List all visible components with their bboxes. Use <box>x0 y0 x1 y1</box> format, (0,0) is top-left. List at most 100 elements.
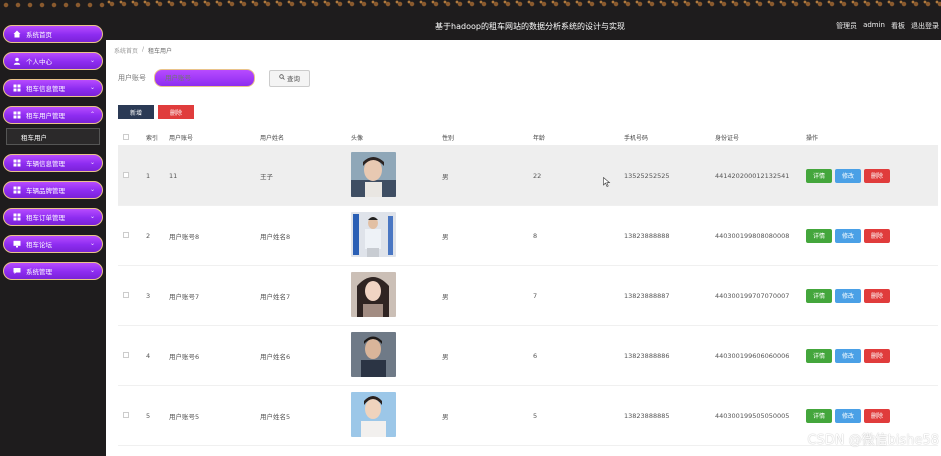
search-icon <box>279 74 285 82</box>
mouse-cursor-icon <box>603 177 611 187</box>
delete-button[interactable]: 删除 <box>864 348 890 363</box>
watermark: CSDN @微信bishe58 <box>807 433 939 448</box>
header-age: 年龄 <box>533 135 546 142</box>
select-all-checkbox[interactable] <box>123 133 129 140</box>
row-checkbox[interactable] <box>123 291 129 298</box>
header-account: 用户账号 <box>169 135 194 142</box>
cell-phone: 13823888885 <box>624 411 670 420</box>
page-title: 基于hadoop的租车网站的数据分析系统的设计与实现 <box>435 22 625 31</box>
header-avatar: 头像 <box>351 135 364 142</box>
row-checkbox[interactable] <box>123 411 129 418</box>
detail-button[interactable]: 详情 <box>806 228 832 243</box>
cell-phone: 13525252525 <box>624 171 670 180</box>
sidebar-item-personal-center[interactable]: 个人中心 ⌄ <box>3 52 103 70</box>
chevron-down-icon: ⌄ <box>89 84 95 91</box>
edit-button[interactable]: 修改 <box>835 288 861 303</box>
edit-button[interactable]: 修改 <box>835 408 861 423</box>
table-row[interactable]: 3 用户账号7 用户姓名7 男 7 13823888887 4403001997… <box>118 266 938 326</box>
cell-name: 用户姓名6 <box>260 352 291 361</box>
sidebar-item-label: 租车订单管理 <box>26 214 65 222</box>
cell-idcard: 440300199606060006 <box>715 351 790 360</box>
cell-index: 4 <box>146 351 151 360</box>
monitor-icon <box>12 240 21 248</box>
cell-gender: 男 <box>442 232 449 241</box>
sidebar-item-vehicle-info[interactable]: 车辆信息管理 ⌄ <box>3 154 103 172</box>
sidebar-item-label: 租车论坛 <box>26 241 52 249</box>
sidebar-subitem-rental-user[interactable]: 租车用户 <box>6 128 100 145</box>
cell-index: 5 <box>146 411 151 420</box>
homepage-link[interactable]: 看板 <box>891 21 905 31</box>
breadcrumb-home[interactable]: 系统首页 <box>114 46 138 55</box>
sidebar-item-label: 租车用户管理 <box>26 112 65 120</box>
grid-icon <box>12 186 21 194</box>
breadcrumb: 系统首页 / 租车用户 <box>114 46 172 55</box>
row-checkbox[interactable] <box>123 231 129 238</box>
chevron-down-icon: ⌄ <box>89 186 95 193</box>
cell-name: 用户姓名8 <box>260 232 291 241</box>
cell-idcard: 440300199808080008 <box>715 231 790 240</box>
cell-name: 用户姓名7 <box>260 292 291 301</box>
table-row[interactable]: 2 用户账号8 用户姓名8 男 8 13823888888 4403001998… <box>118 206 938 266</box>
table-row[interactable]: 4 用户账号6 用户姓名6 男 6 13823888886 4403001996… <box>118 326 938 386</box>
row-checkbox[interactable] <box>123 171 129 178</box>
detail-button[interactable]: 详情 <box>806 408 832 423</box>
cell-index: 2 <box>146 231 151 240</box>
grid-icon <box>12 111 21 119</box>
cell-phone: 13823888888 <box>624 231 670 240</box>
sidebar-item-label: 车辆品牌管理 <box>26 187 65 195</box>
edit-button[interactable]: 修改 <box>835 228 861 243</box>
row-checkbox[interactable] <box>123 351 129 358</box>
delete-button[interactable]: 删除 <box>864 288 890 303</box>
header-phone: 手机号码 <box>624 135 649 142</box>
bulk-delete-button[interactable]: 删除 <box>158 105 194 119</box>
add-button[interactable]: 新增 <box>118 105 154 119</box>
table-header: 索引 用户账号 用户姓名 头像 性别 年龄 手机号码 身份证号 操作 <box>118 130 938 146</box>
sidebar-item-label: 个人中心 <box>26 58 52 66</box>
cell-phone: 13823888886 <box>624 351 670 360</box>
cell-account: 用户账号7 <box>169 292 200 301</box>
action-row: 新增 删除 <box>118 105 194 119</box>
sidebar-item-rental-info[interactable]: 租车信息管理 ⌄ <box>3 79 103 97</box>
users-table: 索引 用户账号 用户姓名 头像 性别 年龄 手机号码 身份证号 操作 1 11 … <box>118 130 938 446</box>
user-icon <box>12 57 21 65</box>
chat-icon <box>12 267 21 275</box>
search-button-label: 查询 <box>287 75 300 83</box>
search-input[interactable] <box>154 69 255 87</box>
chevron-down-icon: ⌄ <box>89 240 95 247</box>
logout-link[interactable]: 退出登录 <box>911 21 939 31</box>
sidebar-item-vehicle-brand[interactable]: 车辆品牌管理 ⌄ <box>3 181 103 199</box>
avatar[interactable] <box>351 332 396 377</box>
sidebar-item-rental-users[interactable]: 租车用户管理 ⌃ <box>3 106 103 124</box>
chevron-down-icon: ⌄ <box>89 57 95 64</box>
table-row[interactable]: 1 11 王子 男 22 13525252525 441420200012132… <box>118 146 938 206</box>
cell-index: 3 <box>146 291 151 300</box>
detail-button[interactable]: 详情 <box>806 348 832 363</box>
detail-button[interactable]: 详情 <box>806 168 832 183</box>
delete-button[interactable]: 删除 <box>864 228 890 243</box>
sidebar-item-forum[interactable]: 租车论坛 ⌄ <box>3 235 103 253</box>
sidebar: 系统首页 个人中心 ⌄ 租车信息管理 ⌄ 租车用户管理 ⌃ 租车用户 车辆信息管… <box>0 0 106 456</box>
avatar[interactable] <box>351 272 396 317</box>
header-index: 索引 <box>146 135 159 142</box>
avatar[interactable] <box>351 152 396 197</box>
avatar[interactable] <box>351 212 396 257</box>
edit-button[interactable]: 修改 <box>835 168 861 183</box>
avatar[interactable] <box>351 392 396 437</box>
cell-age: 7 <box>533 291 538 300</box>
cell-age: 5 <box>533 411 538 420</box>
cell-age: 8 <box>533 231 538 240</box>
main-content: 系统首页 / 租车用户 用户账号 查询 新增 删除 索引 用户账号 用户姓名 头… <box>106 40 941 456</box>
header-name: 用户姓名 <box>260 135 285 142</box>
search-button[interactable]: 查询 <box>269 69 310 87</box>
delete-button[interactable]: 删除 <box>864 168 890 183</box>
cell-idcard: 441420200012132541 <box>715 171 790 180</box>
chevron-up-icon: ⌃ <box>89 111 95 118</box>
cell-age: 6 <box>533 351 538 360</box>
edit-button[interactable]: 修改 <box>835 348 861 363</box>
delete-button[interactable]: 删除 <box>864 408 890 423</box>
detail-button[interactable]: 详情 <box>806 288 832 303</box>
sidebar-item-system[interactable]: 系统管理 ⌄ <box>3 262 103 280</box>
sidebar-item-rental-orders[interactable]: 租车订单管理 ⌄ <box>3 208 103 226</box>
cell-idcard: 440300199707070007 <box>715 291 790 300</box>
sidebar-menu: 系统首页 个人中心 ⌄ 租车信息管理 ⌄ 租车用户管理 ⌃ 租车用户 车辆信息管… <box>0 25 106 289</box>
